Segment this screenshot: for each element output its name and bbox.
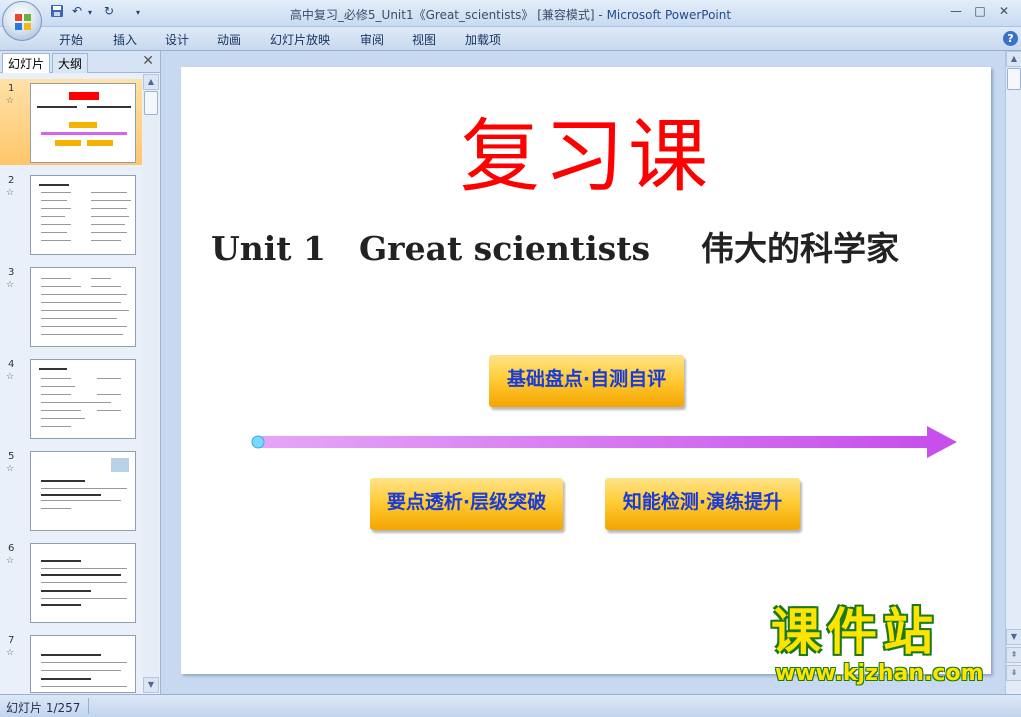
slide-number: 7 (8, 635, 15, 646)
next-slide-icon[interactable]: ⇟ (1006, 665, 1021, 681)
slide-title: 复习课 (460, 110, 712, 203)
slide-thumbnail-1[interactable]: 1 ☆ (0, 79, 142, 165)
slide-subtitle-english: Unit 1 Great scientists (211, 229, 651, 268)
slide-thumbnail-3[interactable]: 3 ☆ (0, 263, 142, 349)
slide-number: 4 (8, 359, 15, 370)
slide-number: 1 (8, 83, 15, 94)
arrow-start-dot-icon (251, 435, 265, 449)
animation-star-icon: ☆ (6, 188, 15, 198)
thumbnail-image (30, 83, 136, 163)
help-icon[interactable]: ? (1003, 31, 1018, 46)
office-button[interactable] (2, 1, 42, 41)
thumbnail-scrollbar[interactable]: ▲ ▼ (143, 74, 159, 693)
tab-outline[interactable]: 大纲 (52, 53, 89, 73)
slide-number: 2 (8, 175, 15, 186)
panel-close-icon[interactable]: ✕ (142, 53, 154, 69)
scroll-thumb[interactable] (144, 91, 158, 115)
tab-home[interactable]: 开始 (59, 31, 83, 48)
office-logo-icon (15, 14, 31, 30)
slide-scrollbar[interactable]: ▲ ▼ ⇞ ⇟ (1005, 51, 1021, 694)
tab-design[interactable]: 设计 (165, 31, 189, 48)
scroll-down-icon[interactable]: ▼ (1006, 629, 1021, 645)
slide-number: 3 (8, 267, 15, 278)
watermark-text: 课件站 (771, 603, 939, 661)
scroll-up-icon[interactable]: ▲ (143, 74, 159, 90)
animation-star-icon: ☆ (6, 556, 15, 566)
app-name: Microsoft PowerPoint (606, 8, 732, 22)
status-bar: 幻灯片 1/257 (0, 694, 1021, 717)
watermark-logo: 课件站 www.kjzhan.com (771, 607, 1006, 687)
scroll-thumb[interactable] (1007, 68, 1021, 90)
animation-star-icon: ☆ (6, 96, 15, 106)
slide-editing-area: 复习课 Unit 1 Great scientists 伟大的科学家 基础盘点·… (165, 51, 1005, 694)
animation-star-icon: ☆ (6, 280, 15, 290)
animation-star-icon: ☆ (6, 372, 15, 382)
scroll-up-icon[interactable]: ▲ (1006, 51, 1021, 67)
tab-slideshow[interactable]: 幻灯片放映 (270, 31, 330, 48)
tab-review[interactable]: 审阅 (360, 31, 384, 48)
thumbnail-image (30, 543, 136, 623)
panel-tabs: 幻灯片 大纲 ✕ (0, 51, 160, 73)
slide-canvas[interactable]: 复习课 Unit 1 Great scientists 伟大的科学家 基础盘点·… (181, 67, 991, 686)
previous-slide-icon[interactable]: ⇞ (1006, 647, 1021, 663)
slide-thumbnail-6[interactable]: 6 ☆ (0, 539, 142, 625)
basics-review-button[interactable]: 基础盘点·自测自评 (489, 355, 684, 407)
key-points-button[interactable]: 要点透析·层级突破 (370, 478, 563, 530)
maximize-button[interactable]: □ (968, 2, 992, 20)
tab-addins[interactable]: 加载项 (465, 31, 501, 48)
slide-number: 6 (8, 543, 15, 554)
slide-counter: 幻灯片 1/257 (6, 701, 81, 715)
minimize-button[interactable]: — (944, 2, 968, 20)
thumbnail-image (30, 635, 136, 693)
tab-slides[interactable]: 幻灯片 (2, 53, 51, 73)
slides-panel: 幻灯片 大纲 ✕ 1 ☆ 2 ☆ 3 ☆ 4 ☆ 5 ☆ 6 ☆ 7 ☆ ▲ ▼ (0, 51, 161, 694)
scroll-down-icon[interactable]: ▼ (143, 677, 159, 693)
practice-test-button[interactable]: 知能检测·演练提升 (605, 478, 800, 530)
slide-thumbnail-5[interactable]: 5 ☆ (0, 447, 142, 533)
close-button[interactable]: ✕ (992, 2, 1016, 20)
slide-thumbnail-4[interactable]: 4 ☆ (0, 355, 142, 441)
tab-view[interactable]: 视图 (412, 31, 436, 48)
thumbnail-image (30, 175, 136, 255)
title-bar: ↶ ▾ ↻ ▾ 高中复习_必修5_Unit1《Great_scientists》… (0, 0, 1021, 41)
timeline-arrow (251, 426, 957, 458)
ribbon-tabs: 开始 插入 设计 动画 幻灯片放映 审阅 视图 加载项 ? (0, 27, 1021, 51)
slide-number: 5 (8, 451, 15, 462)
slide-thumbnail-2[interactable]: 2 ☆ (0, 171, 142, 257)
status-divider (88, 698, 89, 714)
document-title: 高中复习_必修5_Unit1《Great_scientists》 [兼容模式] … (289, 8, 607, 22)
animation-star-icon: ☆ (6, 648, 15, 658)
animation-star-icon: ☆ (6, 464, 15, 474)
tab-animation[interactable]: 动画 (217, 31, 241, 48)
thumbnail-image (30, 451, 136, 531)
thumbnail-image (30, 359, 136, 439)
window-title: 高中复习_必修5_Unit1《Great_scientists》 [兼容模式] … (0, 6, 1021, 23)
tab-insert[interactable]: 插入 (113, 31, 137, 48)
thumbnail-image (30, 267, 136, 347)
slide-subtitle-chinese: 伟大的科学家 (701, 229, 899, 268)
watermark-url: www.kjzhan.com (775, 661, 984, 686)
